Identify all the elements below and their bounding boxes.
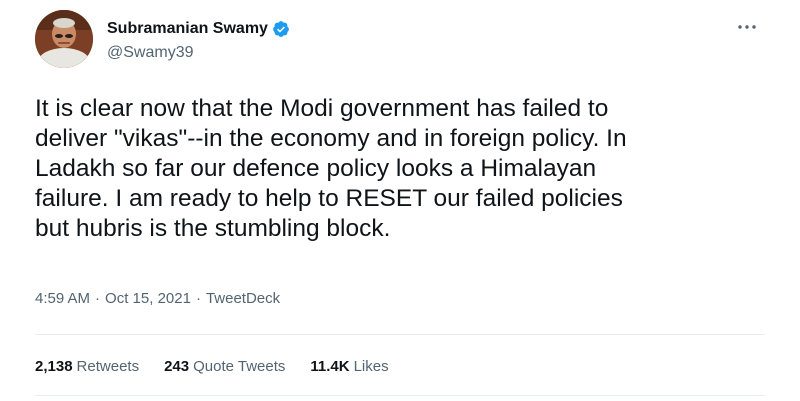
tweet-date[interactable]: Oct 15, 2021 — [105, 290, 191, 307]
divider — [35, 395, 765, 396]
author-info: Subramanian Swamy @Swamy39 — [107, 18, 290, 62]
more-options-button[interactable] — [733, 16, 761, 38]
author-avatar[interactable] — [35, 10, 93, 68]
author-name-row: Subramanian Swamy — [107, 18, 290, 40]
quote-tweets-count: 243 — [164, 358, 190, 375]
quote-tweets-stat[interactable]: 243 Quote Tweets — [164, 358, 285, 375]
likes-label: Likes — [353, 358, 389, 375]
verified-badge-icon — [272, 20, 290, 38]
author-handle[interactable]: @Swamy39 — [107, 44, 290, 62]
tweet-text: It is clear now that the Modi government… — [35, 95, 627, 242]
quote-tweets-label: Quote Tweets — [193, 358, 286, 375]
likes-stat[interactable]: 11.4K Likes — [310, 358, 388, 375]
tweet-meta: 4:59 AM · Oct 15, 2021 · TweetDeck — [35, 290, 280, 307]
tweet-time[interactable]: 4:59 AM — [35, 290, 90, 307]
more-horizontal-icon — [738, 25, 756, 29]
meta-separator: · — [195, 290, 201, 307]
avatar-image — [35, 10, 93, 68]
retweets-stat[interactable]: 2,138 Retweets — [35, 358, 139, 375]
divider — [35, 334, 765, 335]
tweet-source[interactable]: TweetDeck — [206, 290, 280, 307]
retweets-count: 2,138 — [35, 358, 73, 375]
likes-count: 11.4K — [310, 358, 350, 375]
tweet-stats: 2,138 Retweets 243 Quote Tweets 11.4K Li… — [35, 358, 414, 375]
retweets-label: Retweets — [76, 358, 140, 375]
tweet-card: Subramanian Swamy @Swamy39 It is clear n… — [0, 0, 800, 401]
meta-separator: · — [95, 290, 101, 307]
author-display-name[interactable]: Subramanian Swamy — [107, 20, 268, 38]
